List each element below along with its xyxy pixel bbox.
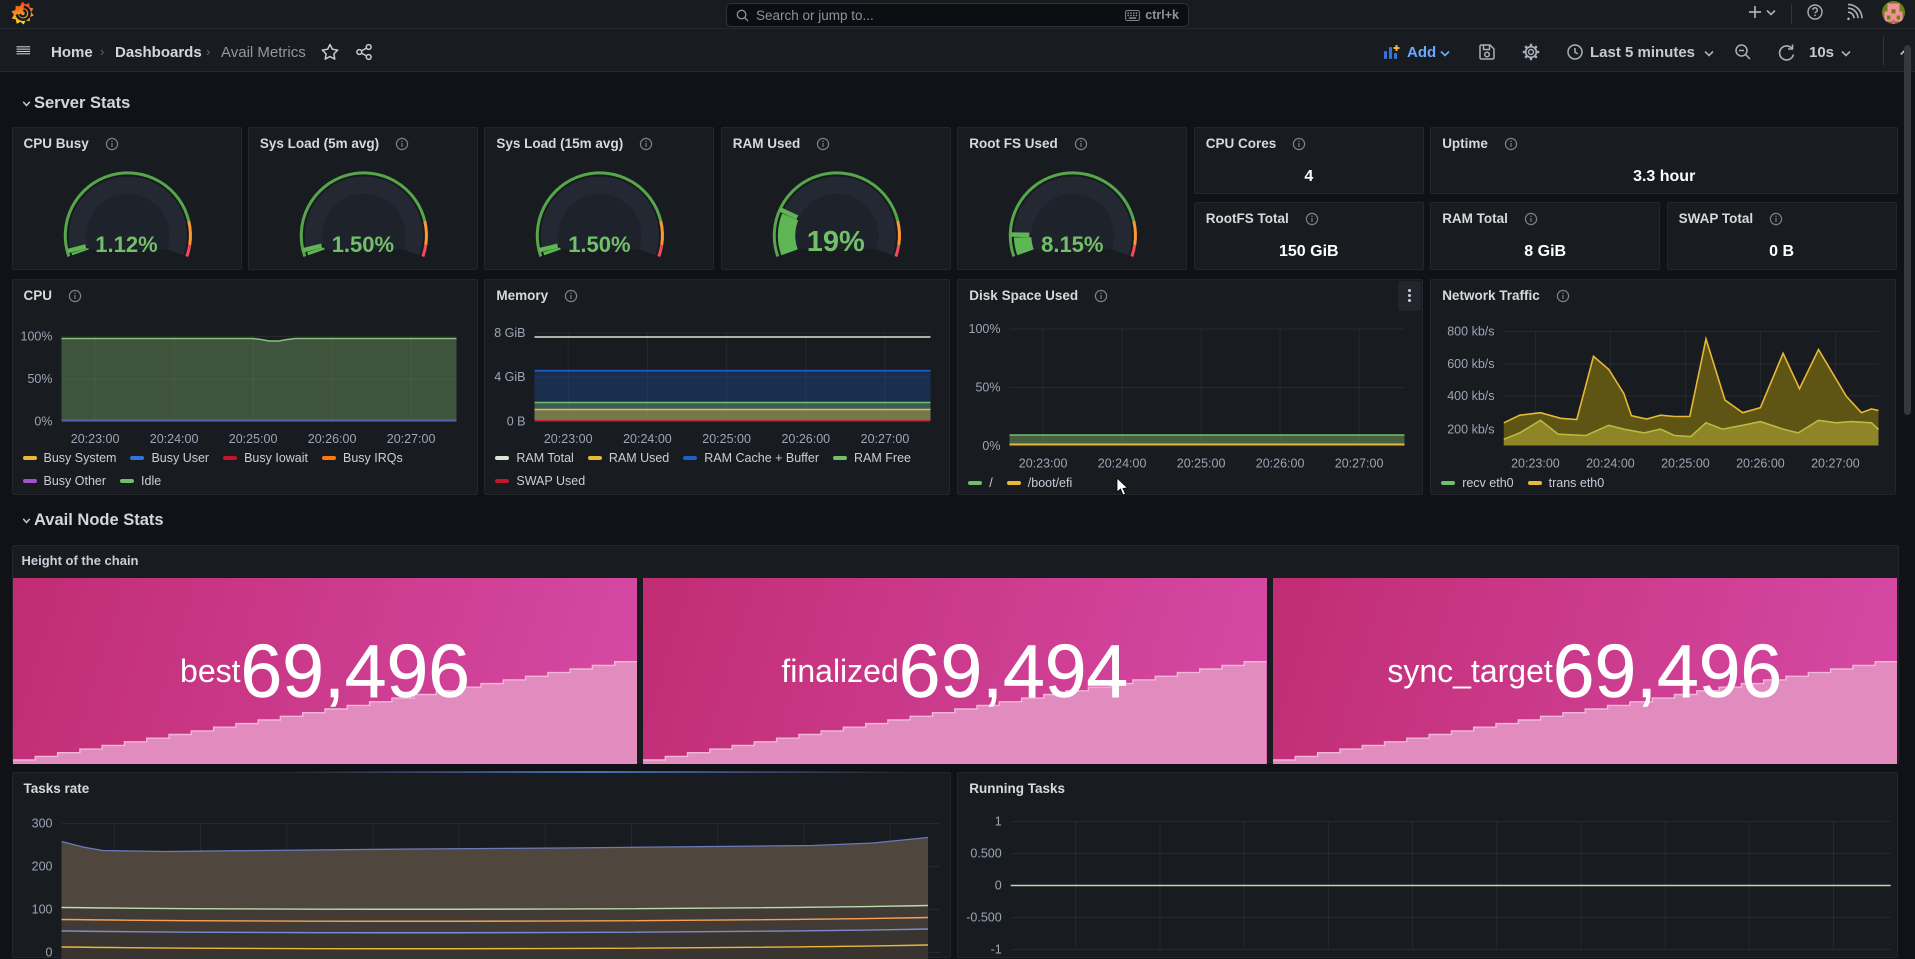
svg-text:20:27:00: 20:27:00	[1811, 456, 1860, 470]
svg-text:4 GiB: 4 GiB	[495, 370, 526, 384]
svg-text:1: 1	[995, 814, 1002, 828]
svg-text:20:26:00: 20:26:00	[782, 432, 831, 446]
svg-text:20:25:00: 20:25:00	[228, 432, 277, 446]
svg-text:-0.500: -0.500	[967, 910, 1002, 924]
svg-text:50%: 50%	[976, 380, 1001, 394]
svg-text:20:26:00: 20:26:00	[1256, 456, 1305, 470]
svg-text:20:23:00: 20:23:00	[1511, 456, 1560, 470]
svg-text:20:24:00: 20:24:00	[1098, 456, 1147, 470]
svg-text:20:25:00: 20:25:00	[703, 432, 752, 446]
svg-text:-1: -1	[991, 942, 1002, 956]
svg-text:20:24:00: 20:24:00	[1586, 456, 1635, 470]
svg-text:600 kb/s: 600 kb/s	[1447, 357, 1494, 371]
svg-text:300: 300	[31, 816, 52, 830]
svg-text:0%: 0%	[34, 414, 52, 428]
svg-text:20:23:00: 20:23:00	[1019, 456, 1068, 470]
svg-text:20:27:00: 20:27:00	[861, 432, 910, 446]
svg-text:800 kb/s: 800 kb/s	[1447, 324, 1494, 338]
svg-text:0: 0	[45, 945, 52, 959]
svg-text:400 kb/s: 400 kb/s	[1447, 389, 1494, 403]
svg-text:100%: 100%	[20, 329, 52, 343]
svg-text:20:23:00: 20:23:00	[544, 432, 593, 446]
svg-text:20:26:00: 20:26:00	[1736, 456, 1785, 470]
svg-text:20:23:00: 20:23:00	[70, 432, 119, 446]
svg-text:20:24:00: 20:24:00	[623, 432, 672, 446]
svg-text:20:27:00: 20:27:00	[386, 432, 435, 446]
svg-text:20:27:00: 20:27:00	[1335, 456, 1384, 470]
svg-text:20:24:00: 20:24:00	[149, 432, 198, 446]
svg-text:20:26:00: 20:26:00	[307, 432, 356, 446]
svg-text:0%: 0%	[983, 439, 1001, 453]
svg-text:100%: 100%	[969, 322, 1001, 336]
svg-text:200: 200	[31, 859, 52, 873]
svg-text:0.500: 0.500	[971, 846, 1002, 860]
svg-text:20:25:00: 20:25:00	[1177, 456, 1226, 470]
svg-text:0: 0	[995, 878, 1002, 892]
svg-text:20:25:00: 20:25:00	[1661, 456, 1710, 470]
svg-text:8 GiB: 8 GiB	[495, 326, 526, 340]
svg-text:0 B: 0 B	[507, 414, 526, 428]
svg-text:50%: 50%	[27, 372, 52, 386]
svg-text:100: 100	[31, 902, 52, 916]
svg-text:200 kb/s: 200 kb/s	[1447, 422, 1494, 436]
